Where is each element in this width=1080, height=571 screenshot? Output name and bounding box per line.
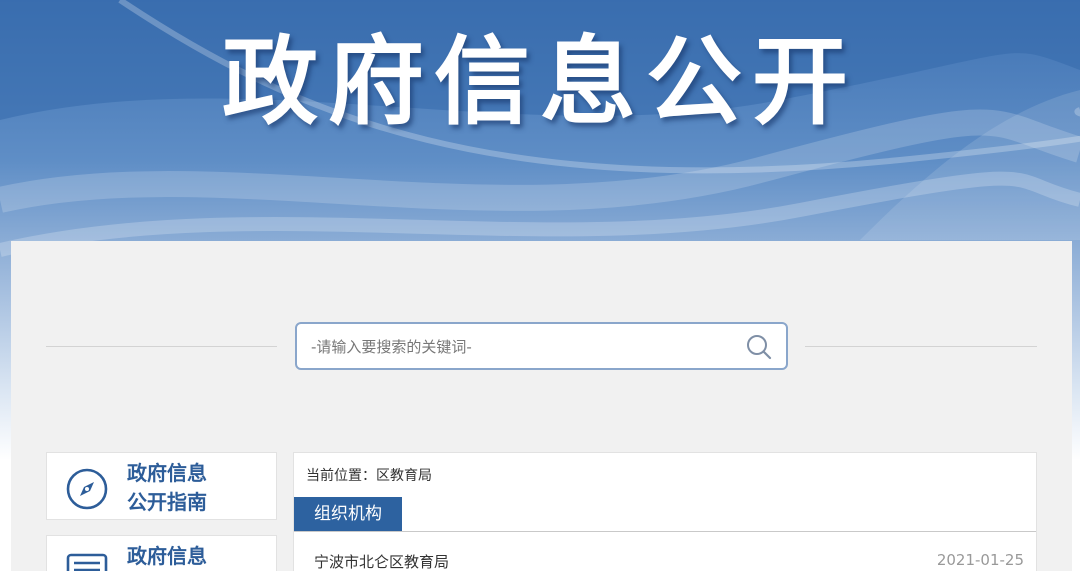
document-list-icon	[65, 546, 109, 571]
compass-icon	[65, 467, 109, 511]
list-item-date: 2021-01-25	[936, 551, 1024, 569]
tab-organization[interactable]: 组织机构	[294, 497, 402, 531]
sidebar-item-gov-info[interactable]: 政府信息	[46, 535, 277, 571]
sidebar-item-label: 政府信息 公开指南	[127, 461, 207, 514]
divider-left	[46, 346, 277, 347]
search-icon[interactable]	[745, 333, 773, 361]
content-area: 当前位置：区教育局 组织机构 宁波市北仑区教育局 2021-01-25	[293, 452, 1037, 571]
breadcrumb: 当前位置：区教育局	[306, 468, 432, 484]
search-bar	[11, 322, 1072, 370]
list-item[interactable]: 宁波市北仑区教育局 2021-01-25	[294, 549, 1036, 571]
main-panel: 政府信息 公开指南 政府信息 当前位置：区教育局 组织机构 宁波市北仑区教育局 …	[11, 241, 1072, 571]
search-box	[295, 322, 788, 370]
tab-underline	[294, 531, 1036, 532]
search-input[interactable]	[311, 334, 731, 360]
sidebar-item-disclosure-guide[interactable]: 政府信息 公开指南	[46, 452, 277, 520]
divider-right	[805, 346, 1037, 347]
list-item-title[interactable]: 宁波市北仑区教育局	[314, 551, 449, 571]
banner-title: 政府信息公开	[222, 26, 858, 138]
sidebar-item-label: 政府信息	[127, 544, 207, 568]
